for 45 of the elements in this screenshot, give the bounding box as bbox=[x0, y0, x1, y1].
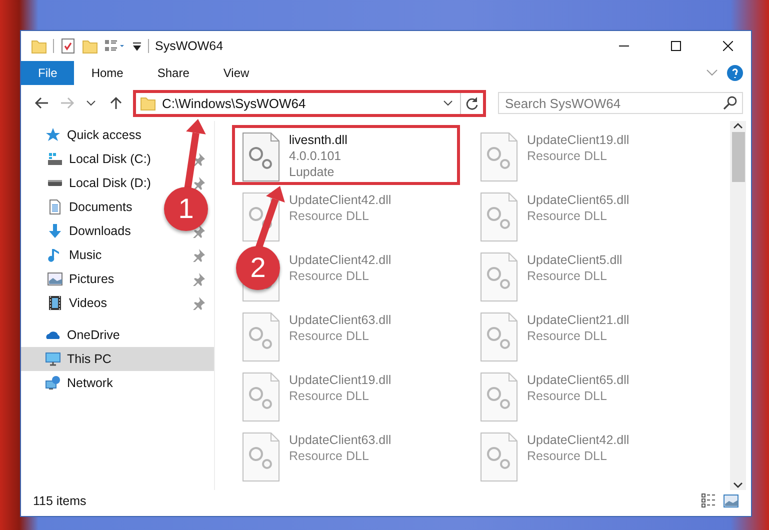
nav-item[interactable]: Pictures bbox=[69, 272, 114, 286]
file-detail: Resource DLL bbox=[527, 448, 608, 464]
file-name: UpdateClient42.dll bbox=[289, 252, 392, 268]
search-field[interactable]: Search SysWOW64 bbox=[498, 92, 743, 114]
file-name: UpdateClient42.dll bbox=[289, 192, 392, 208]
ribbon-tab[interactable]: View bbox=[206, 61, 266, 85]
nav-item[interactable]: Music bbox=[69, 248, 102, 262]
file-name: UpdateClient19.dll bbox=[527, 132, 630, 148]
highlighted-file-item[interactable]: livesnth.dll 4.0.0.101 Lupdate bbox=[232, 125, 460, 185]
file-name: UpdateClient63.dll bbox=[289, 432, 392, 448]
nav-item[interactable]: Quick access bbox=[67, 128, 142, 142]
file-detail: Resource DLL bbox=[527, 388, 608, 404]
nav-item[interactable]: Local Disk (C:) bbox=[69, 152, 151, 166]
file-detail: Resource DLL bbox=[527, 328, 608, 344]
window-title: SysWOW64 bbox=[155, 39, 224, 53]
file-detail: Resource DLL bbox=[289, 268, 370, 284]
file-name: UpdateClient21.dll bbox=[527, 312, 630, 328]
file-name: UpdateClient63.dll bbox=[289, 312, 392, 328]
nav-item[interactable]: Local Disk (D:) bbox=[69, 176, 151, 190]
nav-item[interactable]: Videos bbox=[69, 296, 107, 310]
address-field[interactable]: C:\Windows\SysWOW64 bbox=[133, 90, 486, 116]
file-name: UpdateClient65.dll bbox=[527, 192, 630, 208]
ribbon-tab[interactable]: Share bbox=[140, 61, 206, 85]
file-detail: Resource DLL bbox=[527, 208, 608, 224]
ribbon-tab[interactable]: Home bbox=[74, 61, 140, 85]
nav-item[interactable]: Network bbox=[67, 376, 113, 390]
nav-item[interactable]: Downloads bbox=[69, 224, 131, 238]
file-menu-button[interactable]: File bbox=[21, 61, 74, 85]
file-detail: Resource DLL bbox=[289, 388, 370, 404]
file-name: UpdateClient42.dll bbox=[527, 432, 630, 448]
file-detail: Lupdate bbox=[289, 164, 336, 180]
nav-item[interactable]: OneDrive bbox=[67, 328, 120, 342]
nav-item[interactable]: This PC bbox=[67, 352, 112, 366]
nav-item[interactable]: Documents bbox=[69, 200, 132, 214]
file-name: UpdateClient19.dll bbox=[289, 372, 392, 388]
file-detail: Resource DLL bbox=[289, 208, 370, 224]
file-detail: Resource DLL bbox=[289, 328, 370, 344]
file-name: livesnth.dll bbox=[289, 132, 348, 148]
file-detail: Resource DLL bbox=[527, 268, 608, 284]
file-detail: Resource DLL bbox=[289, 448, 370, 464]
file-name: UpdateClient5.dll bbox=[527, 252, 622, 268]
item-count: 115 items bbox=[33, 494, 86, 508]
file-detail: 4.0.0.101 bbox=[289, 148, 342, 164]
file-detail: Resource DLL bbox=[527, 148, 608, 164]
file-name: UpdateClient65.dll bbox=[527, 372, 630, 388]
